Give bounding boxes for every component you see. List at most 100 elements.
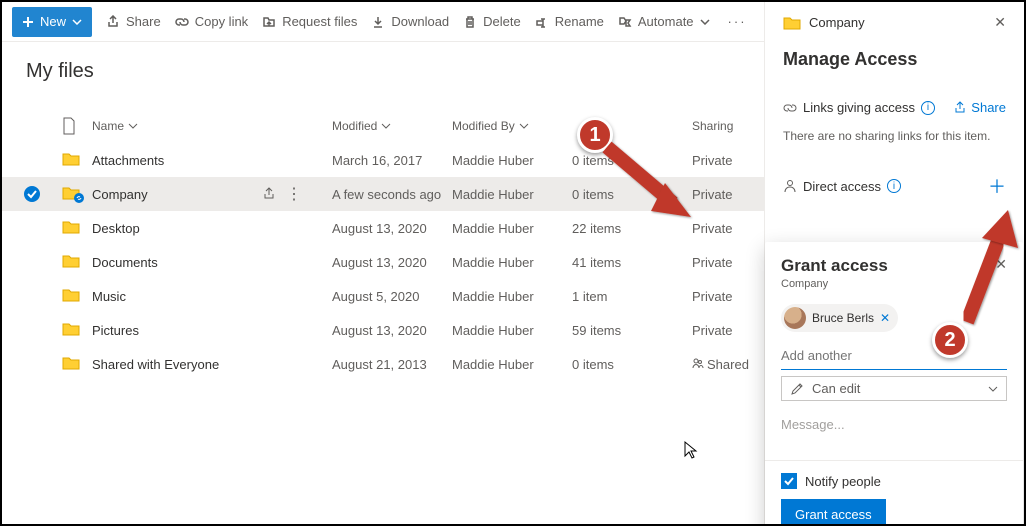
close-panel-button[interactable]: ✕ (994, 14, 1006, 31)
items-cell: 0 items (572, 357, 692, 372)
modified-cell: August 13, 2020 (332, 255, 452, 270)
app-frame: New Share Copy link Request files Downlo… (0, 0, 1026, 526)
folder-icon (62, 355, 80, 371)
modified-cell: A few seconds ago (332, 187, 452, 202)
file-type-icon (62, 117, 76, 135)
notify-people-checkbox[interactable]: Notify people (781, 473, 1007, 489)
column-modified[interactable]: Modified (332, 119, 452, 133)
rename-label: Rename (555, 14, 604, 29)
modified-cell: August 5, 2020 (332, 289, 452, 304)
people-icon (692, 357, 704, 369)
person-chip: Bruce Berls ✕ (781, 304, 898, 332)
sharing-cell[interactable]: Private (692, 323, 762, 338)
new-button[interactable]: New (12, 7, 92, 37)
download-label: Download (391, 14, 449, 29)
close-dialog-button[interactable]: ✕ (995, 256, 1007, 273)
modified-cell: August 21, 2013 (332, 357, 452, 372)
add-direct-access-button[interactable]: ＋ (988, 173, 1006, 199)
person-icon (783, 179, 797, 193)
copylink-command[interactable]: Copy link (175, 14, 248, 29)
requestfiles-command[interactable]: Request files (262, 14, 357, 29)
links-label: Links giving access (803, 100, 915, 115)
chevron-down-icon (72, 19, 82, 25)
sharing-cell[interactable]: Private (692, 255, 762, 270)
table-row[interactable]: MusicAugust 5, 2020Maddie Huber1 itemPri… (2, 279, 764, 313)
row-more-button[interactable]: ⋮ (286, 184, 302, 204)
modified-cell: August 13, 2020 (332, 221, 452, 236)
table-row[interactable]: DesktopAugust 13, 2020Maddie Huber22 ite… (2, 211, 764, 245)
grant-access-dialog: Grant access Company ✕ Bruce Berls ✕ Can… (765, 242, 1023, 526)
sharing-cell[interactable]: Shared (692, 357, 762, 372)
link-icon (783, 101, 797, 115)
item-name[interactable]: Pictures (92, 323, 332, 338)
more-commands[interactable]: ··· (724, 14, 751, 29)
request-files-icon (262, 15, 276, 29)
folder-icon (62, 253, 80, 269)
item-name[interactable]: Desktop (92, 221, 332, 236)
table-row[interactable]: DocumentsAugust 13, 2020Maddie Huber41 i… (2, 245, 764, 279)
folder-icon (62, 287, 80, 303)
rename-command[interactable]: Rename (535, 14, 604, 29)
automate-command[interactable]: Automate (618, 14, 710, 29)
sync-badge-icon (74, 193, 84, 203)
notify-label: Notify people (805, 474, 881, 489)
download-icon (371, 15, 385, 29)
table-row[interactable]: PicturesAugust 13, 2020Maddie Huber59 it… (2, 313, 764, 347)
chevron-down-icon (519, 123, 529, 129)
direct-access-header: Direct access i ＋ (783, 173, 1006, 199)
column-sharing[interactable]: Sharing (692, 119, 762, 133)
table-row[interactable]: AttachmentsMarch 16, 2017Maddie Huber0 i… (2, 143, 764, 177)
sharing-cell[interactable]: Private (692, 153, 762, 168)
plus-icon (22, 16, 34, 28)
grant-access-button[interactable]: Grant access (781, 499, 886, 526)
message-placeholder[interactable]: Message... (781, 417, 1007, 432)
folder-icon (62, 151, 80, 167)
download-command[interactable]: Download (371, 14, 449, 29)
items-cell: 22 items (572, 221, 692, 236)
automate-icon (618, 15, 632, 29)
folder-icon (783, 15, 801, 31)
info-icon[interactable]: i (921, 101, 935, 115)
modified-cell: August 13, 2020 (332, 323, 452, 338)
table-row[interactable]: Shared with EveryoneAugust 21, 2013Maddi… (2, 347, 764, 381)
info-icon[interactable]: i (887, 179, 901, 193)
modifiedby-cell: Maddie Huber (452, 221, 572, 236)
folder-icon (62, 219, 80, 235)
automate-label: Automate (638, 14, 694, 29)
sharing-cell[interactable]: Private (692, 187, 762, 202)
items-cell: 0 items (572, 153, 692, 168)
modifiedby-cell: Maddie Huber (452, 255, 572, 270)
item-name[interactable]: Music (92, 289, 332, 304)
items-cell: 0 items (572, 187, 692, 202)
column-headers: Name Modified Modified By Sharing (2, 109, 764, 143)
share-command[interactable]: Share (106, 14, 161, 29)
new-button-label: New (40, 14, 66, 29)
sharing-cell[interactable]: Private (692, 289, 762, 304)
chevron-down-icon (700, 19, 710, 25)
delete-command[interactable]: Delete (463, 14, 521, 29)
share-icon[interactable] (262, 187, 276, 201)
item-name[interactable]: Company⋮ (92, 184, 332, 204)
permission-dropdown[interactable]: Can edit (781, 376, 1007, 401)
link-icon (175, 15, 189, 29)
remove-person-button[interactable]: ✕ (880, 311, 890, 325)
modifiedby-cell: Maddie Huber (452, 323, 572, 338)
modifiedby-cell: Maddie Huber (452, 187, 572, 202)
no-links-text: There are no sharing links for this item… (783, 129, 1006, 143)
item-name[interactable]: Attachments (92, 153, 332, 168)
column-name[interactable]: Name (92, 119, 332, 133)
table-row[interactable]: Company⋮A few seconds agoMaddie Huber0 i… (2, 177, 764, 211)
share-button[interactable]: Share (953, 100, 1006, 115)
modified-cell: March 16, 2017 (332, 153, 452, 168)
main-content: My files Name Modified Modified By Shari… (2, 42, 764, 524)
rename-icon (535, 15, 549, 29)
add-another-input[interactable] (781, 342, 1007, 370)
item-name[interactable]: Documents (92, 255, 332, 270)
panel-title: Manage Access (783, 49, 1006, 70)
item-name[interactable]: Shared with Everyone (92, 357, 332, 372)
column-modifiedby[interactable]: Modified By (452, 119, 572, 133)
items-cell: 41 items (572, 255, 692, 270)
person-chip-label: Bruce Berls (812, 311, 874, 325)
sharing-cell[interactable]: Private (692, 221, 762, 236)
grant-access-subtitle: Company (781, 278, 888, 290)
